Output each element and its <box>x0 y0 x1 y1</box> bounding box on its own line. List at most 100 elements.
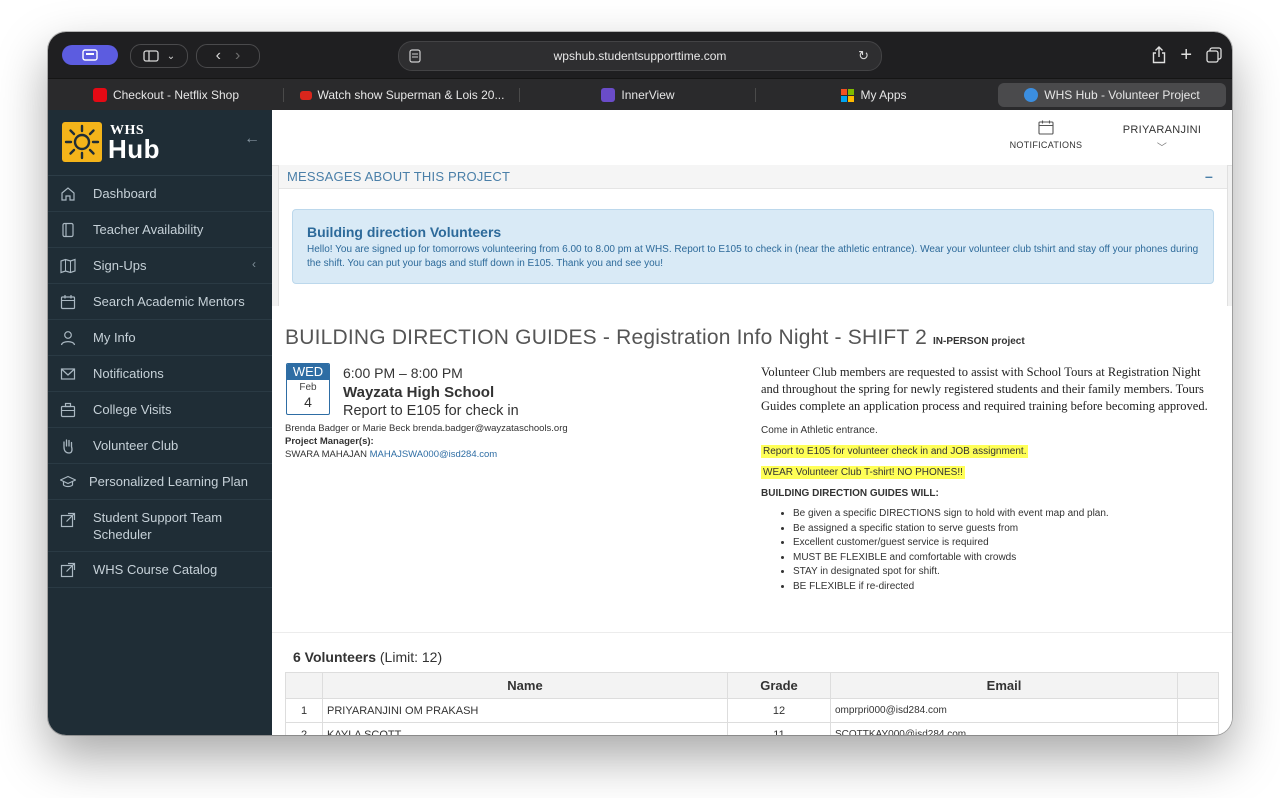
tab-overview-icon[interactable] <box>1206 47 1222 63</box>
chevron-down-icon: ﹀ <box>1156 143 1168 154</box>
sidebar-item-my-info[interactable]: My Info <box>48 320 272 356</box>
sidebar-item-label: Sign-Ups <box>93 258 147 273</box>
column-header-grade: Grade <box>727 672 831 699</box>
netflix-favicon-icon <box>92 88 107 102</box>
contact-info: Brenda Badger or Marie Beck brenda.badge… <box>285 423 568 434</box>
location: Wayzata High School <box>343 384 495 401</box>
sidebar-item-dashboard[interactable]: Dashboard <box>48 176 272 212</box>
messages-header[interactable]: MESSAGES ABOUT THIS PROJECT – <box>279 165 1227 189</box>
app-header: NOTIFICATIONS PRIYARANJINI ﹀ <box>272 110 1232 166</box>
sidebar-item-notifications[interactable]: Notifications <box>48 356 272 392</box>
sun-logo-icon <box>62 122 102 162</box>
sidebar-item-label: Teacher Availability <box>93 222 204 237</box>
profile-icon <box>82 49 98 61</box>
user-icon <box>60 331 76 346</box>
duties-list: Be given a specific DIRECTIONS sign to h… <box>761 507 1211 594</box>
book-icon <box>62 222 74 238</box>
column-header-extra <box>1177 672 1219 699</box>
tab-netflix[interactable]: Checkout - Netflix Shop <box>48 83 284 107</box>
briefcase-icon <box>60 402 76 418</box>
collapse-icon[interactable]: – <box>1205 168 1213 184</box>
collapse-sidebar-icon[interactable]: ← <box>244 130 260 148</box>
innerview-favicon-icon <box>601 88 616 102</box>
map-icon <box>60 258 76 274</box>
main-content: NOTIFICATIONS PRIYARANJINI ﹀ MESSAGES AB… <box>272 110 1232 735</box>
tab-superman[interactable]: Watch show Superman & Lois 20... <box>284 83 520 107</box>
column-header-index <box>285 672 323 699</box>
list-item: Excellent customer/guest service is requ… <box>793 536 1211 551</box>
page-title: BUILDING DIRECTION GUIDES - Registration… <box>285 326 1025 350</box>
toolbar-actions: + <box>1152 43 1222 67</box>
volunteer-grade: 11 <box>727 722 831 735</box>
list-item: MUST BE FLEXIBLE and comfortable with cr… <box>793 551 1211 566</box>
tab-label: My Apps <box>860 88 907 102</box>
whs-favicon-icon <box>1024 88 1039 102</box>
volunteer-grade: 12 <box>727 698 831 723</box>
sidebar-item-label: Dashboard <box>93 186 157 201</box>
sidebar-item-personalized-learning-plan[interactable]: Personalized Learning Plan <box>48 464 272 500</box>
brand: WHS Hub ← <box>48 110 272 176</box>
tab-whs-hub[interactable]: WHS Hub - Volunteer Project <box>998 83 1226 107</box>
forward-arrow-icon[interactable]: › <box>235 47 240 65</box>
page-settings-icon[interactable] <box>409 49 421 63</box>
table-row: 2 KAYLA SCOTT 11 SCOTTKAY000@isd284.com <box>285 722 1219 735</box>
reload-icon[interactable]: ↻ <box>858 48 869 64</box>
volunteer-name: PRIYARANJINI OM PRAKASH <box>322 698 728 723</box>
messages-title: MESSAGES ABOUT THIS PROJECT <box>287 169 511 184</box>
project-manager-email-link[interactable]: MAHAJSWA000@isd284.com <box>370 449 498 460</box>
date-day: 4 <box>304 394 312 410</box>
browser-toolbar: ⌄ ‹ › wpshub.studentsupporttime.com ↻ + <box>48 32 1232 78</box>
notifications-button[interactable]: NOTIFICATIONS <box>1001 120 1091 150</box>
tab-my-apps[interactable]: My Apps <box>756 83 992 107</box>
sidebar-item-teacher-availability[interactable]: Teacher Availability <box>48 212 272 248</box>
chevron-down-icon: ⌄ <box>166 50 176 62</box>
duties-heading: BUILDING DIRECTION GUIDES WILL: <box>761 488 939 499</box>
date-weekday: WED <box>287 364 329 380</box>
video-favicon-icon <box>299 90 312 100</box>
user-menu[interactable]: PRIYARANJINI ﹀ <box>1112 124 1212 154</box>
sidebar-icon <box>143 50 159 62</box>
sidebar: WHS Hub ← Dashboard Teacher Availability… <box>48 110 272 735</box>
home-icon <box>61 187 75 201</box>
row-number: 1 <box>285 698 323 723</box>
tab-label: InnerView <box>621 88 675 102</box>
shift-time: 6:00 PM – 8:00 PM <box>343 365 463 381</box>
browser-window: ⌄ ‹ › wpshub.studentsupporttime.com ↻ + … <box>48 32 1232 735</box>
url-text: wpshub.studentsupporttime.com <box>553 49 727 63</box>
sidebar-item-label: WHS Course Catalog <box>93 562 218 577</box>
row-number: 2 <box>285 722 323 735</box>
list-item: BE FLEXIBLE if re-directed <box>793 580 1211 595</box>
envelope-icon <box>60 368 76 380</box>
sidebar-item-college-visits[interactable]: College Visits <box>48 392 272 428</box>
sidebar-item-volunteer-club[interactable]: Volunteer Club <box>48 428 272 464</box>
share-icon[interactable] <box>1152 46 1166 64</box>
table-row: 1 PRIYARANJINI OM PRAKASH 12 omprpri000@… <box>285 698 1219 723</box>
new-tab-icon[interactable]: + <box>1180 44 1192 67</box>
description-text: Volunteer Club members are requested to … <box>761 365 1208 413</box>
message-alert: Building direction Volunteers Hello! You… <box>292 209 1214 284</box>
divider <box>272 632 1232 633</box>
alert-body: Hello! You are signed up for tomorrows v… <box>307 244 1199 269</box>
sidebar-item-label: Volunteer Club <box>93 438 179 453</box>
profile-button[interactable] <box>62 45 118 65</box>
project-manager-label: Project Manager(s): <box>285 436 374 447</box>
sidebar-toggle-button[interactable]: ⌄ <box>130 44 188 68</box>
tab-bar: Checkout - Netflix Shop Watch show Super… <box>48 78 1232 111</box>
note-tshirt-highlight: WEAR Volunteer Club T-shirt! NO PHONES!! <box>761 466 965 479</box>
sidebar-item-sign-ups[interactable]: Sign-Ups ‹ <box>48 248 272 284</box>
sidebar-item-student-support-team-scheduler[interactable]: Student Support Team Scheduler <box>48 500 272 552</box>
sidebar-item-search-academic-mentors[interactable]: Search Academic Mentors <box>48 284 272 320</box>
volunteer-email: omprpri000@isd284.com <box>830 698 1178 723</box>
messages-panel: MESSAGES ABOUT THIS PROJECT – Building d… <box>278 165 1228 307</box>
back-arrow-icon[interactable]: ‹ <box>216 47 221 65</box>
project-manager: SWARA MAHAJAN MAHAJSWA000@isd284.com <box>285 449 497 460</box>
graduation-cap-icon <box>60 475 76 488</box>
chevron-left-icon: ‹ <box>252 257 256 271</box>
tab-innerview[interactable]: InnerView <box>520 83 756 107</box>
sidebar-item-whs-course-catalog[interactable]: WHS Course Catalog <box>48 552 272 588</box>
sidebar-item-label: Personalized Learning Plan <box>89 474 248 489</box>
address-bar[interactable]: wpshub.studentsupporttime.com ↻ <box>398 41 882 71</box>
date-badge: WED Feb 4 <box>286 363 330 415</box>
project-manager-name: SWARA MAHAJAN <box>285 449 367 460</box>
note-entrance: Come in Athletic entrance. <box>761 425 878 436</box>
